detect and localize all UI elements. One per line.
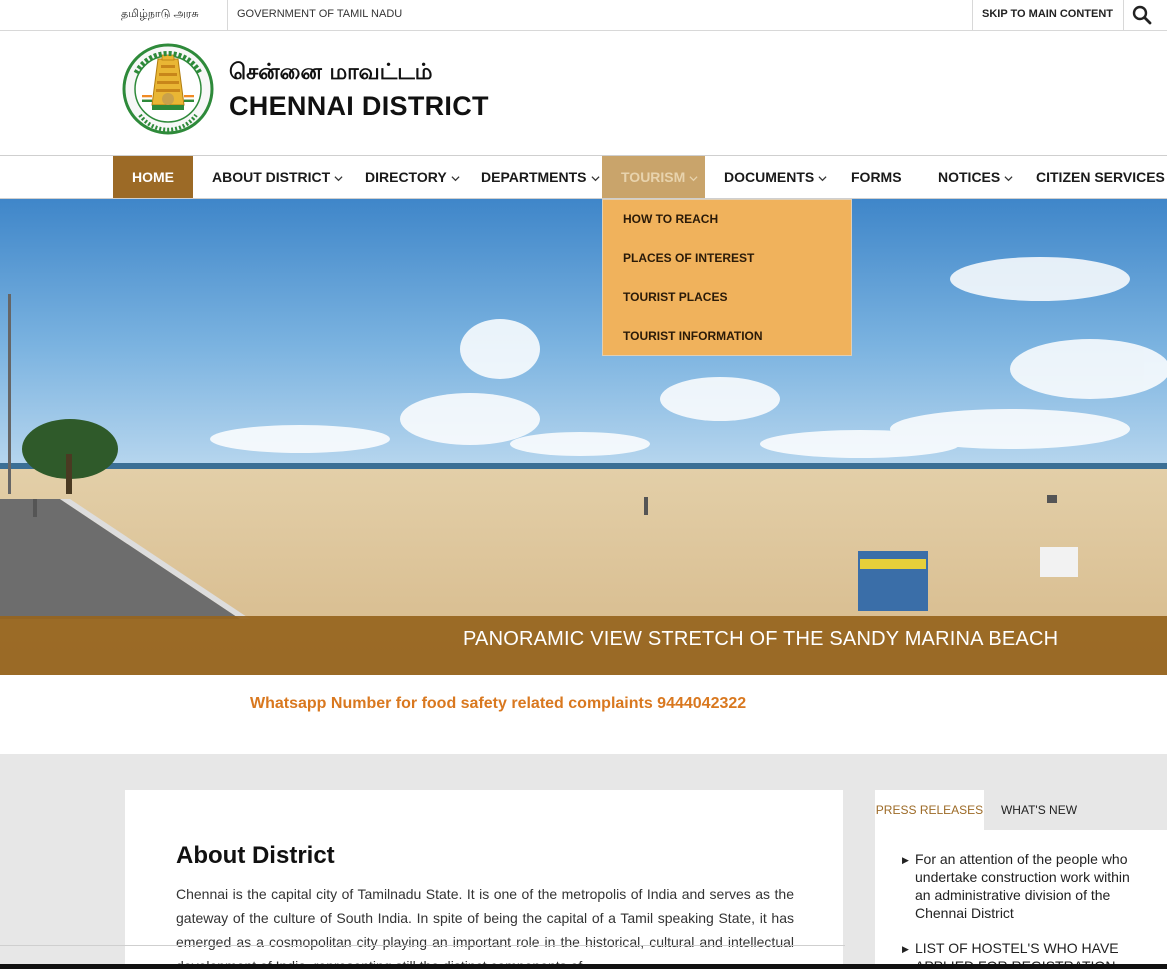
- whatsapp-notice-link[interactable]: Whatsapp Number for food safety related …: [250, 695, 746, 713]
- menu-item-places-of-interest[interactable]: PLACES OF INTEREST: [623, 251, 754, 265]
- chevron-down-icon: [590, 176, 600, 181]
- window-bottom-edge: [0, 964, 1167, 969]
- district-name-english: CHENNAI DISTRICT: [229, 91, 489, 121]
- hero-caption: PANORAMIC VIEW STRETCH OF THE SANDY MARI…: [463, 628, 1059, 650]
- nav-label: TOURISM: [621, 169, 686, 185]
- divider: [227, 0, 228, 30]
- divider: [0, 945, 845, 946]
- nav-forms[interactable]: FORMS: [851, 156, 902, 198]
- chevron-down-icon: [689, 176, 698, 181]
- hero-banner-image: [0, 199, 1167, 675]
- nav-label: DEPARTMENTS: [481, 169, 587, 185]
- chevron-down-icon: [1004, 176, 1013, 181]
- main-navigation: HOME ABOUT DISTRICT DIRECTORY DEPARTMENT…: [0, 155, 1167, 199]
- nav-citizen-services[interactable]: CITIZEN SERVICES: [1036, 156, 1165, 198]
- nav-departments[interactable]: DEPARTMENTS: [481, 156, 600, 198]
- nav-home[interactable]: HOME: [113, 156, 193, 198]
- press-releases-list: ▶ For an attention of the people who und…: [875, 830, 1167, 969]
- nav-label: DIRECTORY: [365, 169, 447, 185]
- top-utility-bar: தமிழ்நாடு அரசு GOVERNMENT OF TAMIL NADU …: [0, 0, 1167, 31]
- nav-label: FORMS: [851, 169, 902, 185]
- menu-item-tourist-information[interactable]: TOURIST INFORMATION: [623, 329, 763, 343]
- tourism-dropdown-menu: HOW TO REACH PLACES OF INTEREST TOURIST …: [602, 199, 852, 356]
- tab-press-releases[interactable]: PRESS RELEASES: [875, 790, 984, 830]
- site-header: சென்னை மாவட்டம் CHENNAI DISTRICT: [0, 31, 1167, 155]
- skip-to-main-content-link[interactable]: SKIP TO MAIN CONTENT: [982, 8, 1113, 20]
- chevron-down-icon: [818, 176, 827, 181]
- list-item[interactable]: For an attention of the people who under…: [915, 850, 1140, 922]
- nav-label: DOCUMENTS: [724, 169, 815, 185]
- bullet-arrow-icon: ▶: [902, 944, 909, 954]
- gov-english-label[interactable]: GOVERNMENT OF TAMIL NADU: [237, 8, 402, 20]
- nav-label: HOME: [132, 169, 174, 185]
- nav-directory[interactable]: DIRECTORY: [365, 156, 460, 198]
- about-district-text: Chennai is the capital city of Tamilnadu…: [176, 886, 794, 969]
- nav-tourism[interactable]: TOURISM: [602, 156, 705, 198]
- divider: [972, 0, 973, 30]
- nav-label: CITIZEN SERVICES: [1036, 169, 1165, 185]
- district-name-tamil: சென்னை மாவட்டம்: [229, 60, 433, 85]
- chevron-down-icon: [334, 176, 343, 181]
- nav-documents[interactable]: DOCUMENTS: [724, 156, 827, 198]
- tamil-gov-label[interactable]: தமிழ்நாடு அரசு: [121, 8, 199, 22]
- chevron-down-icon: [451, 176, 460, 181]
- tamil-nadu-emblem-logo[interactable]: [122, 43, 214, 137]
- nav-label: ABOUT DISTRICT: [212, 169, 331, 185]
- nav-label: NOTICES: [938, 169, 1001, 185]
- tab-whats-new[interactable]: WHAT'S NEW: [984, 790, 1094, 830]
- about-district-card: About District Chennai is the capital ci…: [125, 790, 843, 969]
- nav-notices[interactable]: NOTICES: [938, 156, 1013, 198]
- bullet-arrow-icon: ▶: [902, 855, 909, 865]
- search-icon[interactable]: [1131, 4, 1153, 26]
- about-district-heading: About District: [176, 842, 335, 869]
- menu-item-how-to-reach[interactable]: HOW TO REACH: [623, 212, 718, 226]
- divider: [1123, 0, 1124, 30]
- menu-item-tourist-places[interactable]: TOURIST PLACES: [623, 290, 727, 304]
- nav-about-district[interactable]: ABOUT DISTRICT: [212, 156, 343, 198]
- side-tabs: PRESS RELEASES WHAT'S NEW: [875, 790, 1167, 830]
